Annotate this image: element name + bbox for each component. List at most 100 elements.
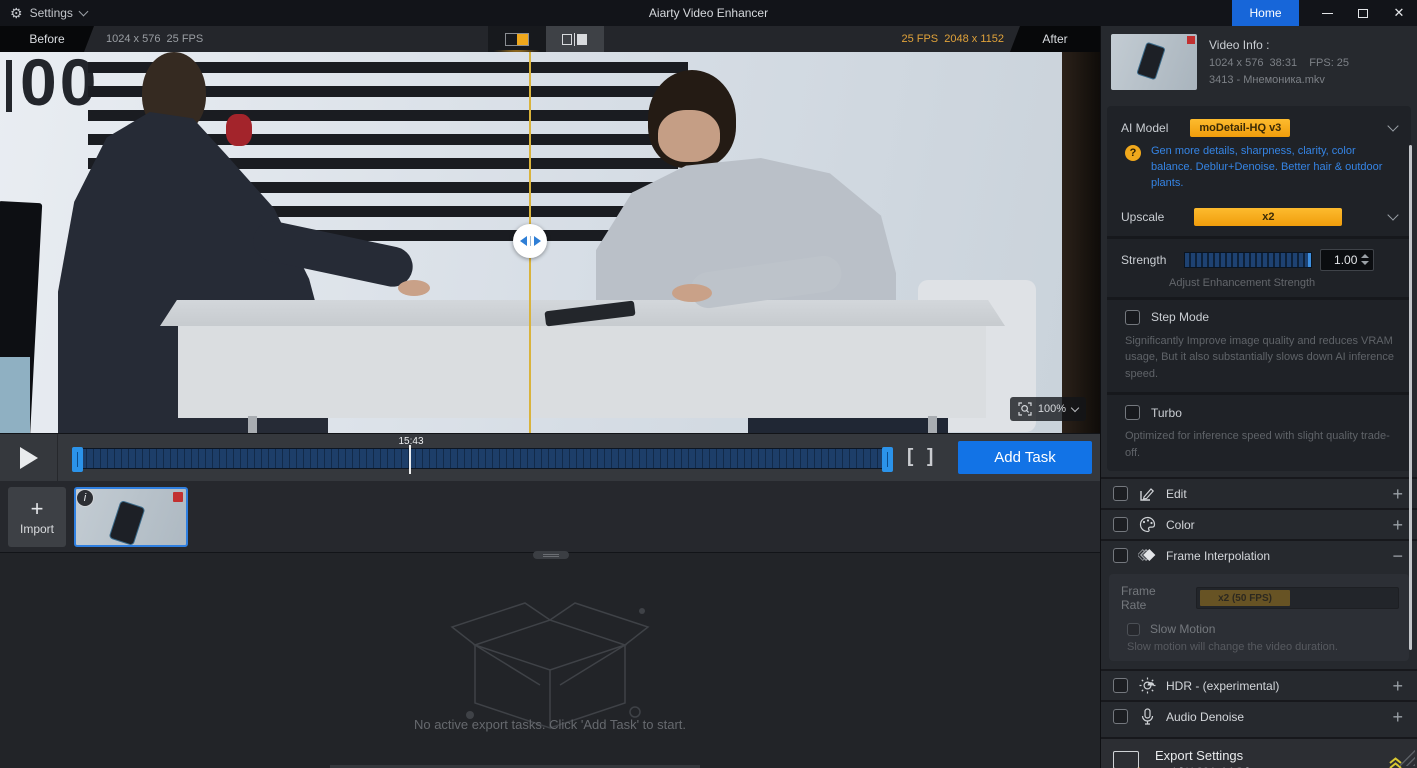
panel-drag-handle[interactable] — [533, 551, 569, 559]
preview-toolbar: Before 1024 x 576 25 FPS 25 FPS 2048 x 1… — [0, 26, 1100, 52]
turbo-row: Turbo — [1107, 395, 1411, 424]
edit-icon — [1138, 485, 1156, 503]
close-button[interactable]: ✕ — [1381, 0, 1417, 26]
import-button[interactable]: + Import — [8, 487, 66, 547]
compare-split-handle[interactable] — [513, 224, 547, 258]
audio-denoise-section-row[interactable]: Audio Denoise + — [1101, 700, 1417, 731]
playhead[interactable] — [409, 445, 411, 474]
arrow-right-icon — [534, 236, 541, 246]
strength-slider-handle[interactable] — [1308, 253, 1311, 267]
hdr-checkbox[interactable] — [1113, 678, 1128, 693]
ai-model-select[interactable]: moDetail-HQ v3 — [1190, 119, 1290, 137]
close-icon: ✕ — [1394, 5, 1405, 21]
export-settings-texts: Export Settings mp4 [ H.264, AAC ] — [1155, 748, 1249, 768]
export-settings-icon: ⚙ — [1113, 751, 1143, 768]
edit-checkbox[interactable] — [1113, 486, 1128, 501]
maximize-button[interactable] — [1345, 0, 1381, 26]
before-resolution-label: 1024 x 576 25 FPS — [106, 26, 203, 52]
thumbnail-phone — [1136, 42, 1166, 81]
turbo-checkbox[interactable] — [1125, 405, 1140, 420]
person-right-face — [658, 110, 720, 162]
minimize-button[interactable] — [1309, 0, 1345, 26]
frame-interpolation-section-row[interactable]: Frame Interpolation − — [1101, 539, 1417, 570]
split-view-icon — [505, 33, 529, 46]
hdr-section-row[interactable]: HDR - (experimental) + — [1101, 669, 1417, 700]
color-checkbox[interactable] — [1113, 517, 1128, 532]
edit-section-row[interactable]: Edit + — [1101, 477, 1417, 508]
export-settings-section[interactable]: ⚙ Export Settings mp4 [ H.264, AAC ] — [1101, 737, 1417, 768]
split-view-toggle[interactable] — [488, 26, 546, 52]
empty-box-icon — [430, 595, 670, 730]
play-button[interactable] — [0, 434, 58, 482]
zoom-control[interactable]: 100% — [1010, 397, 1086, 421]
turbo-description: Optimized for inference speed with sligh… — [1107, 424, 1411, 471]
video-info-title: Video Info : — [1209, 38, 1349, 52]
monitor-screen — [0, 357, 30, 433]
step-mode-label: Step Mode — [1151, 310, 1209, 324]
chevron-down-icon — [78, 6, 88, 16]
magnifier-icon — [1018, 402, 1032, 416]
settings-menu[interactable]: ⚙ Settings — [0, 0, 97, 26]
double-chevron-up-icon[interactable] — [1388, 756, 1403, 768]
video-info-section: Video Info : 1024 x 576 38:31 FPS: 25 34… — [1101, 26, 1417, 104]
expand-plus-icon[interactable]: + — [1392, 485, 1403, 503]
side-by-side-toggle[interactable] — [546, 26, 604, 52]
spinner-down-icon[interactable] — [1361, 261, 1369, 265]
expand-plus-icon[interactable]: + — [1392, 708, 1403, 726]
frame-rate-label: Frame Rate — [1121, 584, 1184, 612]
help-icon[interactable]: ? — [1125, 145, 1141, 161]
upscale-select[interactable]: x2 — [1194, 208, 1342, 226]
media-strip: + Import i — [0, 481, 1100, 553]
expand-plus-icon[interactable]: + — [1392, 677, 1403, 695]
trim-handle-left[interactable] — [72, 447, 83, 472]
plus-icon: + — [31, 498, 44, 520]
wall-number: 00 — [6, 52, 99, 120]
info-icon[interactable]: i — [76, 489, 94, 507]
frame-rate-value: x2 (50 FPS) — [1200, 590, 1290, 606]
title-bar: ⚙ Settings Aiarty Video Enhancer Home ✕ — [0, 0, 1417, 26]
strength-slider[interactable] — [1184, 252, 1312, 268]
minimize-icon — [1322, 13, 1333, 14]
audio-denoise-label: Audio Denoise — [1166, 710, 1244, 724]
arrow-left-icon — [520, 236, 527, 246]
mark-in-button[interactable]: [ — [907, 446, 913, 468]
frame-rate-select[interactable]: x2 (50 FPS) — [1196, 587, 1399, 609]
decor-circle — [630, 707, 640, 717]
enhance-settings-card: AI Model moDetail-HQ v3 ? Gen more detai… — [1107, 106, 1411, 471]
settings-label: Settings — [30, 6, 73, 20]
frame-interpolation-checkbox[interactable] — [1113, 548, 1128, 563]
timeline-track[interactable]: 15:43 — [72, 448, 893, 469]
trim-handle-right[interactable] — [882, 447, 893, 472]
video-preview-panel: Before 1024 x 576 25 FPS 25 FPS 2048 x 1… — [0, 26, 1100, 433]
chevron-down-icon[interactable] — [1387, 209, 1398, 220]
chevron-down-icon — [1071, 403, 1079, 411]
strength-spinner[interactable]: 1.00 — [1320, 249, 1374, 271]
chevron-down-icon[interactable] — [1387, 120, 1398, 131]
side-by-side-icon — [562, 33, 588, 46]
add-task-button[interactable]: Add Task — [958, 441, 1092, 474]
home-button[interactable]: Home — [1232, 0, 1299, 26]
play-icon — [20, 447, 38, 469]
collapse-minus-icon[interactable]: − — [1392, 547, 1403, 565]
maximize-icon — [1358, 9, 1368, 18]
slow-motion-label: Slow Motion — [1150, 622, 1215, 636]
gear-icon: ⚙ — [10, 6, 23, 20]
step-mode-description: Significantly Improve image quality and … — [1107, 329, 1411, 393]
zoom-level: 100% — [1038, 403, 1066, 415]
audio-denoise-checkbox[interactable] — [1113, 709, 1128, 724]
person-left-hand — [398, 280, 430, 296]
strength-row: Strength 1.00 — [1107, 239, 1411, 273]
color-label: Color — [1166, 518, 1195, 532]
mark-out-button[interactable]: ] — [927, 446, 933, 468]
color-section-row[interactable]: Color + — [1101, 508, 1417, 539]
spinner-up-icon[interactable] — [1361, 254, 1369, 258]
expand-plus-icon[interactable]: + — [1392, 516, 1403, 534]
strength-label: Strength — [1121, 253, 1166, 267]
slow-motion-checkbox[interactable] — [1127, 623, 1140, 636]
person-left-collar — [226, 114, 252, 146]
upscale-label: Upscale — [1121, 210, 1164, 224]
sidebar-scrollbar[interactable] — [1409, 145, 1412, 650]
step-mode-checkbox[interactable] — [1125, 310, 1140, 325]
after-resolution-label: 25 FPS 2048 x 1152 — [901, 26, 1004, 52]
video-info-resolution: 1024 x 576 38:31 FPS: 25 — [1209, 57, 1349, 69]
